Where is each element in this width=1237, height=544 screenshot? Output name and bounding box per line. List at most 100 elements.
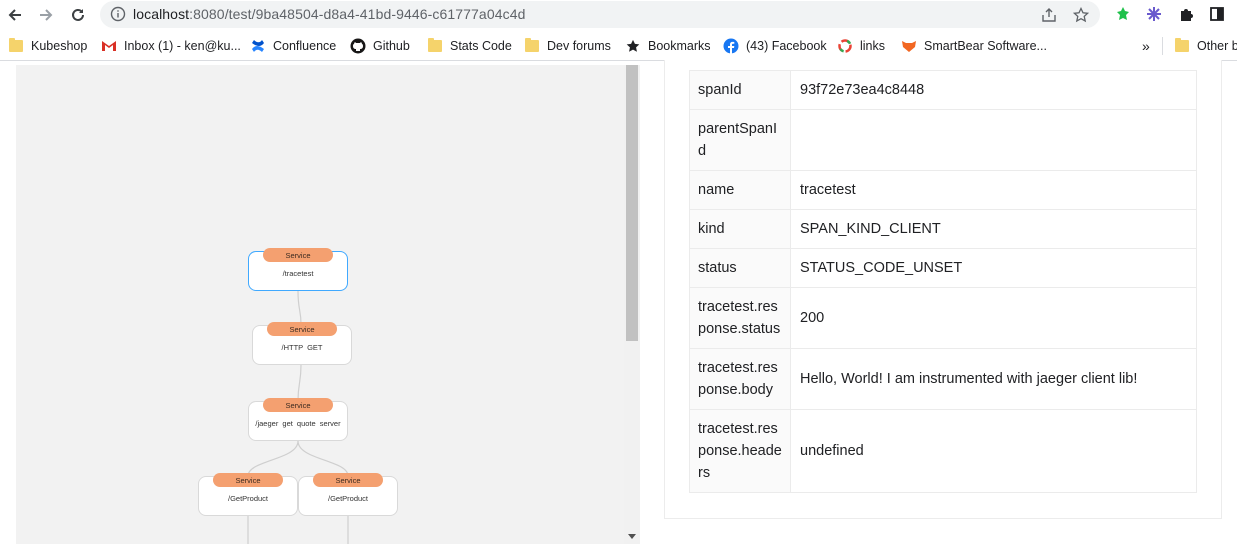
edge-tracetest-http <box>297 290 302 325</box>
back-arrow-icon <box>8 9 21 21</box>
edge-http-jaeger <box>297 364 302 402</box>
url-host: localhost <box>133 6 190 22</box>
attribute-key: spanId <box>689 70 791 110</box>
service-badge: Service <box>263 398 333 412</box>
confluence-icon <box>250 38 266 54</box>
folder-icon <box>8 38 24 54</box>
folder-icon <box>427 38 443 54</box>
table-row: status STATUS_CODE_UNSET <box>689 248 1197 288</box>
table-row: parentSpanId <box>689 109 1197 171</box>
github-icon <box>350 38 366 54</box>
bookmark-star-icon[interactable] <box>1072 6 1090 24</box>
service-badge: Service <box>263 248 333 262</box>
attribute-value: STATUS_CODE_UNSET <box>790 248 1197 288</box>
reload-icon <box>72 8 84 21</box>
bookmark-github[interactable]: Github <box>350 37 410 55</box>
site-info-icon[interactable] <box>110 6 126 22</box>
attribute-key: tracetest.response.body <box>689 348 791 410</box>
browser-toolbar: localhost:8080/test/9ba48504-d8a4-41bd-9… <box>0 0 1237 31</box>
gmail-icon <box>101 38 117 54</box>
span-node-tracetest[interactable]: Service /tracetest <box>248 248 348 291</box>
bookmarks-bar: Kubeshop Inbox (1) - ken@ku... Confluenc… <box>0 31 1237 61</box>
bookmark-label: Inbox (1) - ken@ku... <box>124 39 241 53</box>
service-badge: Service <box>213 473 283 487</box>
bookmark-label: Stats Code <box>450 39 512 53</box>
bookmark-label: Other b <box>1197 39 1237 53</box>
attribute-value: Hello, World! I am instrumented with jae… <box>790 348 1197 410</box>
attribute-key: status <box>689 248 791 288</box>
attribute-key: parentSpanId <box>689 109 791 171</box>
span-node-label: /GetProduct <box>227 494 269 503</box>
bookmark-label: Dev forums <box>547 39 611 53</box>
service-badge: Service <box>313 473 383 487</box>
span-node-getproduct-2[interactable]: Service /GetProduct <box>298 473 398 516</box>
bookmark-facebook[interactable]: (43) Facebook <box>723 37 827 55</box>
span-node-label: /jaeger get quote server <box>255 419 341 428</box>
attribute-key: tracetest.response.headers <box>689 409 791 493</box>
span-node-http-get[interactable]: Service /HTTP GET <box>252 322 352 365</box>
reload-button[interactable] <box>67 4 89 26</box>
attribute-value: undefined <box>790 409 1197 493</box>
span-node-label: /tracetest <box>282 269 314 278</box>
table-row: spanId 93f72e73ea4c8448 <box>689 70 1197 110</box>
bookmark-label: Github <box>373 39 410 53</box>
smartbear-icon <box>901 38 917 54</box>
bookmark-kubeshop[interactable]: Kubeshop <box>8 37 87 55</box>
attribute-key: name <box>689 170 791 210</box>
bookmark-label: links <box>860 39 886 53</box>
service-badge: Service <box>267 322 337 336</box>
bookmark-stats-code[interactable]: Stats Code <box>427 37 512 55</box>
forward-button[interactable] <box>35 4 57 26</box>
extensions-puzzle-icon[interactable] <box>1177 5 1195 23</box>
bookmark-smartbear[interactable]: SmartBear Software... <box>901 37 1047 55</box>
bookmark-bookmarks[interactable]: Bookmarks <box>625 37 711 55</box>
table-row: kind SPAN_KIND_CLIENT <box>689 209 1197 249</box>
table-row: tracetest.response.body Hello, World! I … <box>689 348 1197 410</box>
extension-green-icon[interactable] <box>1114 5 1132 23</box>
bookmarks-divider <box>1162 37 1163 55</box>
star-icon <box>625 38 641 54</box>
scroll-down-arrow-icon[interactable] <box>628 534 636 539</box>
bookmark-label: (43) Facebook <box>746 39 827 53</box>
bookmark-label: Kubeshop <box>31 39 88 53</box>
attribute-key: kind <box>689 209 791 249</box>
span-attributes-table: spanId 93f72e73ea4c8448 parentSpanId nam… <box>689 70 1197 493</box>
facebook-icon <box>723 38 739 54</box>
attribute-value: 93f72e73ea4c8448 <box>790 70 1197 110</box>
back-button[interactable] <box>4 4 26 26</box>
span-node-getproduct-1[interactable]: Service /GetProduct <box>198 473 298 516</box>
share-icon[interactable] <box>1040 6 1058 24</box>
bookmark-confluence[interactable]: Confluence <box>250 37 336 55</box>
links-icon <box>837 38 853 54</box>
table-row: tracetest.response.headers undefined <box>689 409 1197 493</box>
bookmark-other[interactable]: Other b <box>1174 37 1237 55</box>
attribute-value: 200 <box>790 287 1197 349</box>
folder-icon <box>1174 38 1190 54</box>
span-node-label: /HTTP GET <box>281 343 323 352</box>
bookmark-label: SmartBear Software... <box>924 39 1047 53</box>
forward-arrow-icon <box>40 9 53 21</box>
bookmark-inbox[interactable]: Inbox (1) - ken@ku... <box>101 37 241 55</box>
url-text: localhost:8080/test/9ba48504-d8a4-41bd-9… <box>133 6 525 22</box>
edge-jaeger-product-1 <box>247 440 299 477</box>
attribute-key: tracetest.response.status <box>689 287 791 349</box>
folder-icon <box>524 38 540 54</box>
extension-snowflake-icon[interactable] <box>1145 5 1163 23</box>
span-node-label: /GetProduct <box>327 494 369 503</box>
side-panel-icon[interactable] <box>1208 5 1226 23</box>
bookmark-links[interactable]: links <box>837 37 885 55</box>
attribute-value: tracetest <box>790 170 1197 210</box>
bookmark-label: Confluence <box>273 39 337 53</box>
bookmark-label: Bookmarks <box>648 39 711 53</box>
table-row: tracetest.response.status 200 <box>689 287 1197 349</box>
edge-jaeger-product-2 <box>297 440 349 477</box>
address-bar[interactable]: localhost:8080/test/9ba48504-d8a4-41bd-9… <box>100 1 1100 28</box>
diagram-scrollbar-thumb[interactable] <box>626 65 638 341</box>
bookmark-dev-forums[interactable]: Dev forums <box>524 37 611 55</box>
attribute-value <box>790 109 1197 171</box>
url-path: :8080/test/9ba48504-d8a4-41bd-9446-c6177… <box>189 6 526 22</box>
attribute-value: SPAN_KIND_CLIENT <box>790 209 1197 249</box>
span-node-jaeger-get-quote-server[interactable]: Service /jaeger get quote server <box>248 398 348 441</box>
trace-diagram[interactable]: Service /tracetest Service /HTTP GET Ser… <box>16 65 624 544</box>
bookmarks-overflow-button[interactable]: » <box>1142 37 1150 55</box>
